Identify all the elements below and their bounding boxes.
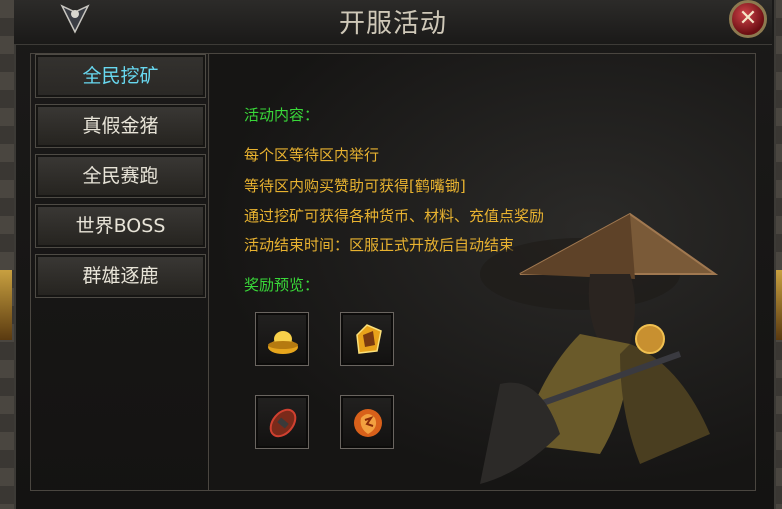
rune-stone-icon <box>269 408 297 438</box>
reward-slot-3[interactable] <box>255 395 309 449</box>
reward-slot-4[interactable] <box>340 395 394 449</box>
content-heading: 活动内容： <box>244 106 320 124</box>
activity-line-2: 等待区内购买赞助可获得[鹤嘴锄] <box>244 177 466 195</box>
tab-race[interactable]: 全民赛跑 <box>35 154 206 198</box>
tab-hero-battle[interactable]: 群雄逐鹿 <box>35 254 206 298</box>
character-illustration <box>480 212 719 484</box>
window-title: 开服活动 <box>338 9 447 39</box>
tab-gold-pig[interactable]: 真假金猪 <box>35 104 206 148</box>
fire-token-icon <box>354 409 382 437</box>
close-icon: ✕ <box>738 6 758 31</box>
reward-heading: 奖励预览： <box>244 276 320 294</box>
activity-line-4: 活动结束时间：区服正式开放后自动结束 <box>244 236 515 254</box>
reward-slot-1[interactable] <box>255 312 309 366</box>
title-bar: 开服活动 <box>14 0 772 45</box>
activity-sidebar: 全民挖矿 真假金猪 全民赛跑 世界BOSS 群雄逐鹿 <box>30 53 209 491</box>
tab-mining[interactable]: 全民挖矿 <box>35 54 206 98</box>
activity-line-1: 每个区等待区内举行 <box>244 146 380 164</box>
gem-crystal-icon <box>356 324 382 354</box>
activity-detail-panel: 活动内容： 每个区等待区内举行 等待区内购买赞助可获得[鹤嘴锄] 通过挖矿可获得… <box>210 54 755 490</box>
reward-slot-2[interactable] <box>340 312 394 366</box>
close-button[interactable]: ✕ <box>729 0 767 38</box>
gold-ingot-icon <box>268 331 298 354</box>
tab-world-boss[interactable]: 世界BOSS <box>35 204 206 248</box>
